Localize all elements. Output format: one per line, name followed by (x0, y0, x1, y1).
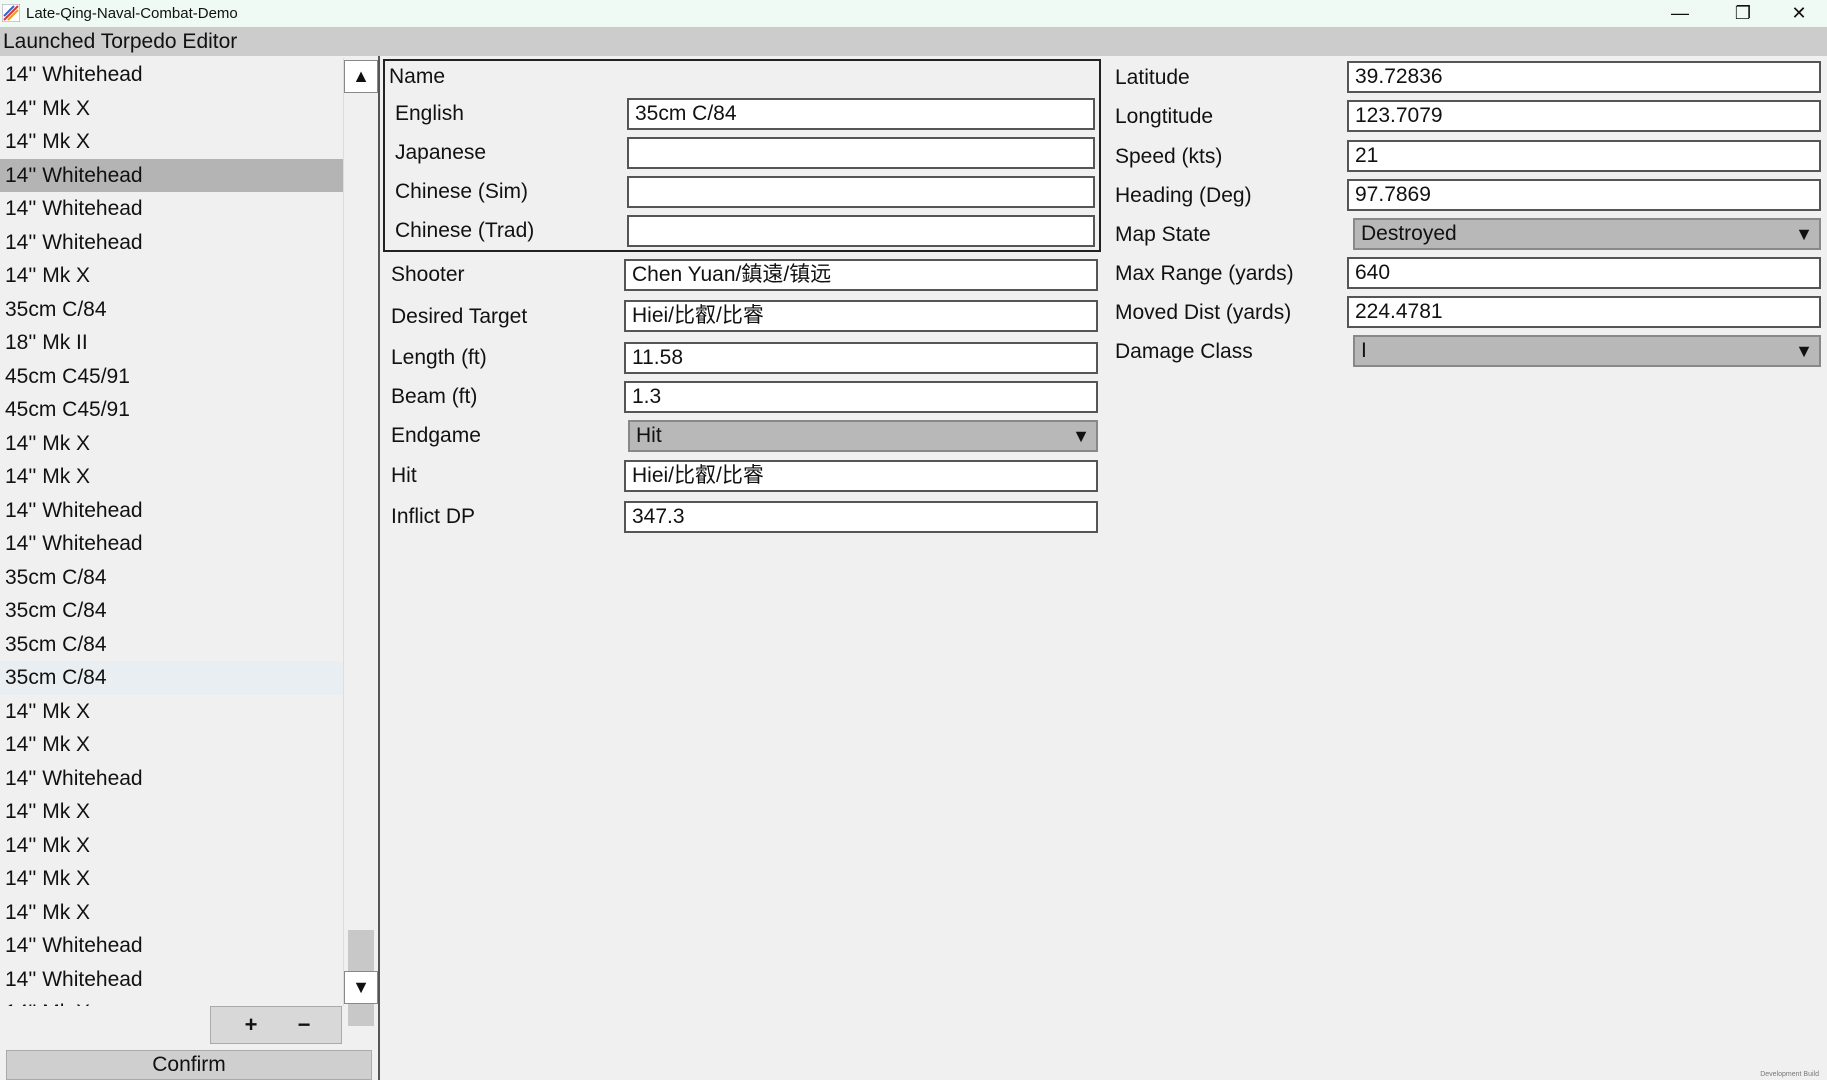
window-titlebar: Late-Qing-Naval-Combat-Demo — ❐ ✕ (0, 0, 1827, 27)
add-remove-group: + − (210, 1006, 342, 1044)
desired-target-label: Desired Target (391, 305, 528, 328)
shooter-input[interactable]: Chen Yuan/鎮遠/镇远 (624, 259, 1098, 291)
minimize-icon: — (1671, 3, 1689, 23)
length-input[interactable]: 11.58 (624, 342, 1098, 374)
close-icon: ✕ (1791, 3, 1807, 23)
list-item[interactable]: 14'' Mk X (0, 460, 343, 494)
chevron-down-icon: ▼ (1795, 224, 1813, 244)
confirm-button[interactable]: Confirm (6, 1050, 372, 1080)
torpedo-list[interactable]: 14'' Whitehead 14'' Mk X 14'' Mk X 14'' Whi… (0, 58, 343, 1006)
scroll-up-icon: ▲ (352, 66, 370, 86)
list-item[interactable]: 14'' Whitehead (0, 527, 343, 561)
restore-button[interactable]: ❐ (1715, 0, 1771, 27)
minimize-button[interactable]: — (1652, 0, 1708, 27)
list-item[interactable]: 14'' Whitehead (0, 158, 343, 192)
list-item[interactable]: 35cm C/84 (0, 594, 343, 628)
damage-class-value: I (1361, 339, 1367, 362)
map-state-value: Destroyed (1361, 222, 1457, 245)
endgame-dropdown[interactable]: Hit ▼ (628, 420, 1098, 452)
list-item[interactable]: 14'' Mk X (0, 259, 343, 293)
list-item[interactable]: 14'' Whitehead (0, 494, 343, 528)
list-item[interactable]: 14'' Whitehead (0, 963, 343, 997)
list-item[interactable]: 14'' Whitehead (0, 226, 343, 260)
editor-title: Launched Torpedo Editor (0, 27, 1827, 56)
list-item[interactable]: 35cm C/84 (0, 561, 343, 595)
list-item[interactable]: 14'' Mk X (0, 92, 343, 126)
panel-divider (378, 56, 380, 1080)
list-item[interactable]: 14'' Mk X (0, 829, 343, 863)
hit-label: Hit (391, 464, 417, 487)
speed-label: Speed (kts) (1115, 145, 1223, 168)
list-item[interactable]: 35cm C/84 (0, 293, 343, 327)
map-state-label: Map State (1115, 223, 1211, 246)
desired-target-input[interactable]: Hiei/比叡/比睿 (624, 300, 1098, 332)
latitude-input[interactable]: 39.72836 (1347, 61, 1821, 93)
speed-input[interactable]: 21 (1347, 140, 1821, 172)
list-item[interactable]: 14'' Whitehead (0, 762, 343, 796)
damage-class-label: Damage Class (1115, 340, 1253, 363)
latitude-label: Latitude (1115, 66, 1190, 89)
shooter-label: Shooter (391, 263, 465, 286)
chevron-down-icon: ▼ (1795, 341, 1813, 361)
chinese-trad-name-input[interactable] (627, 215, 1095, 247)
list-item[interactable]: 14'' Mk X (0, 862, 343, 896)
english-label: English (395, 102, 464, 125)
close-button[interactable]: ✕ (1771, 0, 1827, 27)
remove-button[interactable]: − (284, 1011, 324, 1039)
scroll-up-button[interactable]: ▲ (344, 60, 378, 93)
list-item[interactable]: 45cm C45/91 (0, 393, 343, 427)
list-item[interactable]: 14'' Mk X (0, 728, 343, 762)
heading-label: Heading (Deg) (1115, 184, 1252, 207)
beam-input[interactable]: 1.3 (624, 381, 1098, 413)
scroll-down-icon: ▼ (352, 977, 370, 997)
chevron-down-icon: ▼ (1072, 426, 1090, 446)
moved-dist-input[interactable]: 224.4781 (1347, 296, 1821, 328)
list-item[interactable]: 18'' Mk II (0, 326, 343, 360)
list-item[interactable]: 14'' Mk X (0, 427, 343, 461)
moved-dist-label: Moved Dist (yards) (1115, 301, 1292, 324)
list-item[interactable]: 14'' Mk X (0, 695, 343, 729)
japanese-label: Japanese (395, 141, 487, 164)
list-item[interactable]: 45cm C45/91 (0, 360, 343, 394)
restore-icon: ❐ (1734, 3, 1752, 23)
app-icon (2, 4, 20, 22)
beam-label: Beam (ft) (391, 385, 478, 408)
hit-input[interactable]: Hiei/比叡/比睿 (624, 460, 1098, 492)
name-group-label: Name (389, 65, 446, 88)
inflict-dp-input[interactable]: 347.3 (624, 501, 1098, 533)
list-item[interactable]: 35cm C/84 (0, 661, 343, 695)
longitude-label: Longtitude (1115, 105, 1214, 128)
list-item[interactable]: 14'' Whitehead (0, 192, 343, 226)
longitude-input[interactable]: 123.7079 (1347, 100, 1821, 132)
max-range-input[interactable]: 640 (1347, 257, 1821, 289)
list-item[interactable]: 14'' Mk X (0, 795, 343, 829)
endgame-label: Endgame (391, 424, 481, 447)
list-item[interactable]: 14'' Whitehead (0, 929, 343, 963)
add-button[interactable]: + (231, 1011, 271, 1039)
build-watermark: Development Build (1760, 1071, 1819, 1078)
heading-input[interactable]: 97.7869 (1347, 179, 1821, 211)
japanese-name-input[interactable] (627, 137, 1095, 169)
list-scrollbar[interactable]: ▲ ▼ (343, 58, 379, 1026)
chinese-sim-name-input[interactable] (627, 176, 1095, 208)
length-label: Length (ft) (391, 346, 487, 369)
english-name-input[interactable]: 35cm C/84 (627, 98, 1095, 130)
list-item[interactable]: 35cm C/84 (0, 628, 343, 662)
list-item[interactable]: 14'' Mk X (0, 896, 343, 930)
chinese-trad-label: Chinese (Trad) (395, 219, 535, 242)
scroll-down-button[interactable]: ▼ (344, 971, 378, 1004)
list-item[interactable]: 14'' Mk X (0, 125, 343, 159)
window-title: Late-Qing-Naval-Combat-Demo (26, 5, 238, 22)
inflict-dp-label: Inflict DP (391, 505, 476, 528)
max-range-label: Max Range (yards) (1115, 262, 1294, 285)
map-state-dropdown[interactable]: Destroyed ▼ (1353, 218, 1821, 250)
endgame-value: Hit (636, 424, 662, 447)
chinese-sim-label: Chinese (Sim) (395, 180, 529, 203)
list-item[interactable]: 14'' Mk X (0, 996, 343, 1006)
damage-class-dropdown[interactable]: I ▼ (1353, 335, 1821, 367)
list-item[interactable]: 14'' Whitehead (0, 58, 343, 92)
scroll-track[interactable] (348, 98, 374, 968)
